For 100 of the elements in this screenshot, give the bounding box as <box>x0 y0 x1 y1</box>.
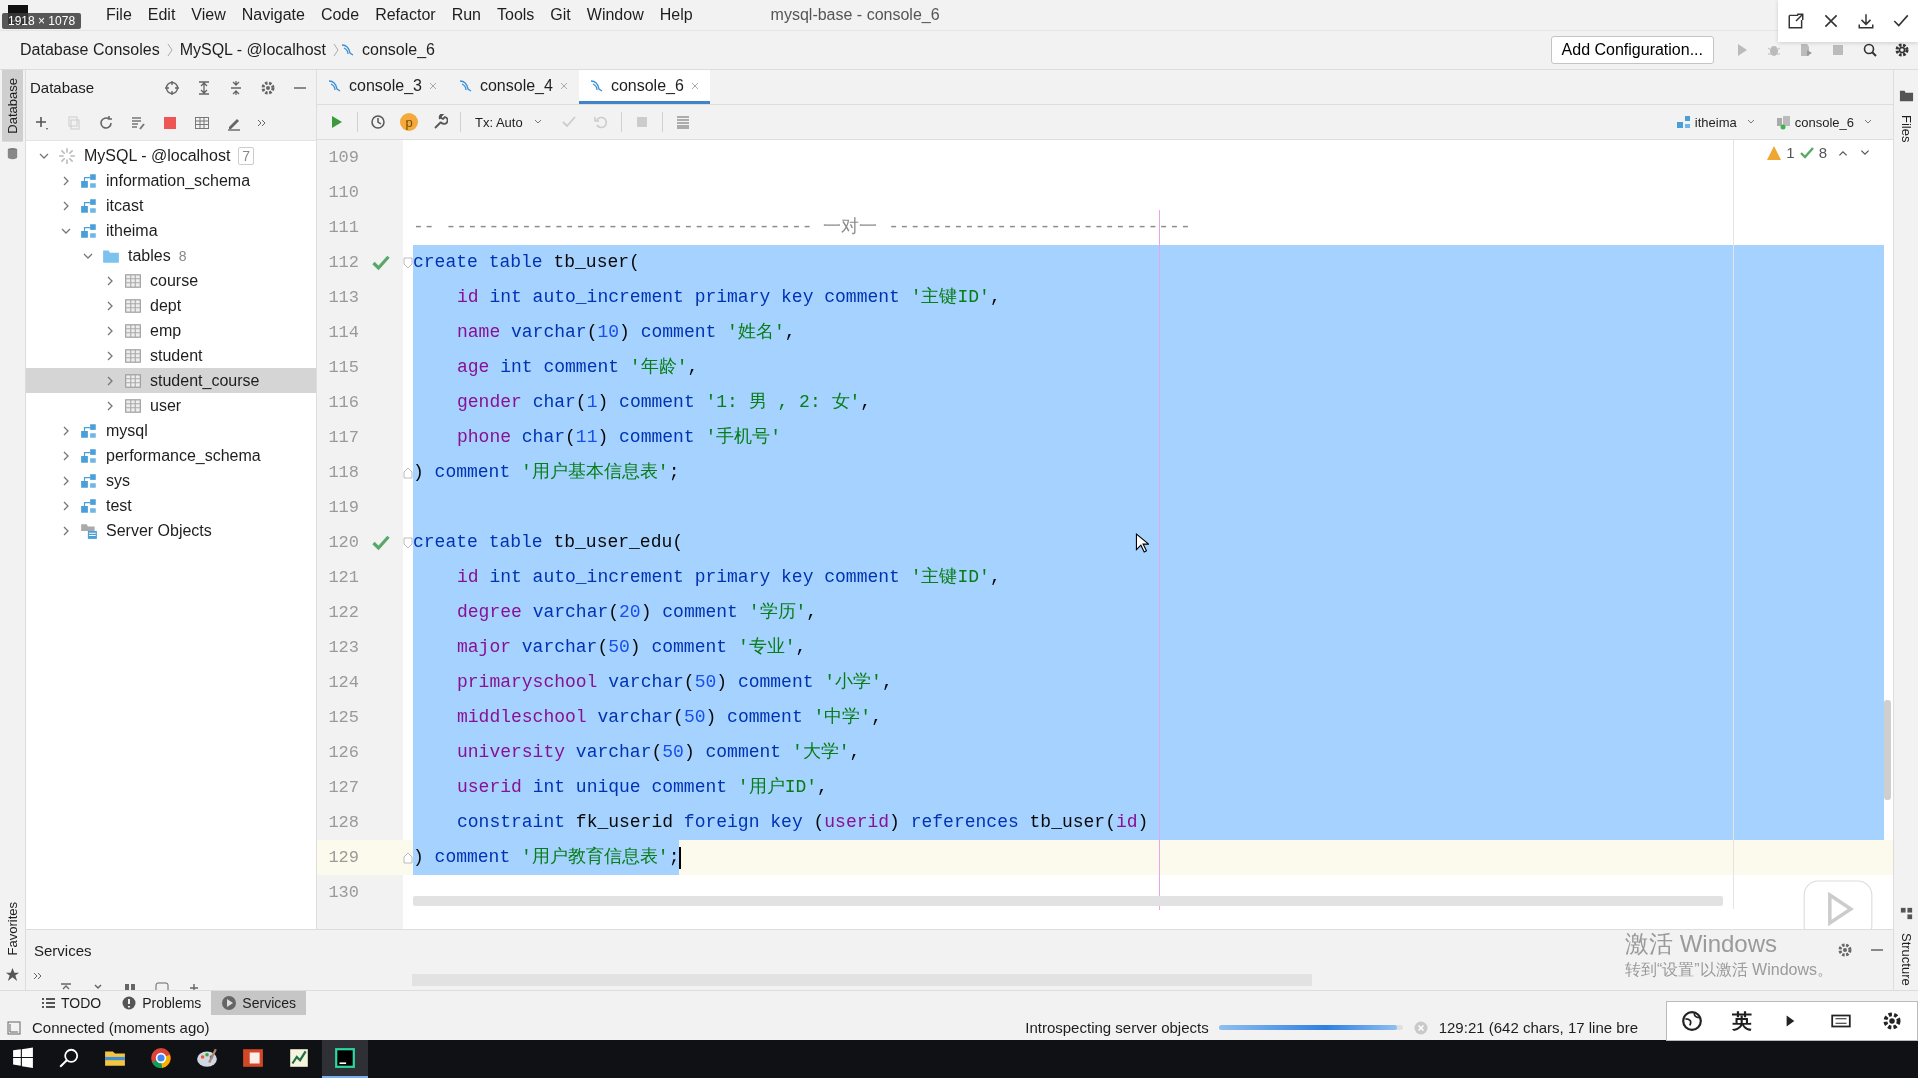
menu-item[interactable]: Edit <box>139 6 184 24</box>
transaction-mode-dropdown[interactable]: Tx: Auto <box>475 114 543 130</box>
add-icon[interactable] <box>34 114 50 131</box>
favorites-side-tab[interactable]: Favorites <box>2 893 23 963</box>
target-icon[interactable] <box>164 79 180 96</box>
structure-side-tab[interactable]: Structure <box>1895 929 1917 990</box>
windows-icon <box>12 1047 34 1069</box>
settings-icon[interactable] <box>1894 42 1910 58</box>
breadcrumb-item[interactable]: MySQL - @localhost <box>173 41 332 59</box>
tree-item[interactable]: itcast <box>26 193 316 218</box>
tree-item[interactable]: itheima <box>26 218 316 243</box>
structure-icon[interactable] <box>1898 906 1914 922</box>
table-icon <box>124 396 142 415</box>
fold-marker-icon[interactable] <box>403 256 413 269</box>
input-language[interactable]: 英 <box>1731 1007 1752 1035</box>
refresh-icon[interactable] <box>98 114 114 131</box>
tree-item[interactable]: user <box>26 393 316 418</box>
schema-tools-icon[interactable] <box>130 114 146 131</box>
search-icon[interactable] <box>1862 42 1878 58</box>
expand-all-icon[interactable] <box>58 982 74 990</box>
tree-item[interactable]: information_schema <box>26 168 316 193</box>
expand-all-icon[interactable] <box>196 79 212 96</box>
pin-icon[interactable] <box>1786 12 1805 30</box>
wrench-icon[interactable] <box>432 114 448 130</box>
menu-item[interactable]: View <box>183 6 234 24</box>
code-line: userid int unique comment '用户ID', <box>457 776 828 799</box>
code-line: create table tb_user( <box>413 251 640 274</box>
tree-item[interactable]: dept <box>26 293 316 318</box>
tree-item[interactable]: mysql <box>26 418 316 443</box>
add-service-icon[interactable] <box>154 982 170 990</box>
tree-item-label: information_schema <box>106 171 251 190</box>
globe-icon[interactable] <box>1681 1010 1704 1032</box>
console-icon <box>340 42 356 58</box>
line-number: 120 <box>327 532 359 554</box>
tree-item[interactable]: sys <box>26 468 316 493</box>
history-icon[interactable] <box>370 114 386 130</box>
menu-item[interactable]: Help <box>651 6 701 24</box>
more-icon[interactable] <box>32 970 44 982</box>
files-side-tab[interactable]: Files <box>1895 111 1917 147</box>
tree-item[interactable]: emp <box>26 318 316 343</box>
tree-item[interactable]: test <box>26 493 316 518</box>
coverage-icon[interactable] <box>1798 42 1814 58</box>
tree-item[interactable]: tables 8 <box>26 243 316 268</box>
tool-window-tab[interactable]: TODO <box>30 991 112 1015</box>
caret-position[interactable]: 129:21 (642 chars, 17 line bre <box>1438 1019 1638 1036</box>
tool-window-tab[interactable]: Services <box>211 991 307 1015</box>
menu-item[interactable]: Run <box>443 6 489 24</box>
editor-tab[interactable]: console_6 <box>578 70 710 104</box>
fold-marker-icon[interactable] <box>403 536 413 549</box>
session-selector[interactable]: console_6 <box>1775 114 1873 130</box>
menu-item[interactable]: Navigate <box>233 6 313 24</box>
code-line: university varchar(50) comment '大学', <box>457 741 861 764</box>
line-number: 121 <box>327 567 359 589</box>
vertical-scrollbar[interactable] <box>1884 700 1891 800</box>
menu-item[interactable]: Window <box>578 6 652 24</box>
console-icon <box>327 77 343 94</box>
download-icon[interactable] <box>1856 12 1875 30</box>
menu-item[interactable]: Code <box>312 6 368 24</box>
code-line: gender char(1) comment '1: 男 , 2: 女', <box>457 391 872 414</box>
tree-item[interactable]: performance_schema <box>26 443 316 468</box>
menu-item[interactable]: Refactor <box>367 6 444 24</box>
collapse-all-icon[interactable] <box>228 79 244 96</box>
fold-marker-icon[interactable] <box>403 466 413 479</box>
tree-item-label: test <box>106 496 132 515</box>
table-icon[interactable] <box>194 114 210 131</box>
schema-selector[interactable]: itheima <box>1675 114 1756 130</box>
editor-tab[interactable]: console_4 <box>447 70 579 104</box>
menu-item[interactable]: Tools <box>489 6 543 24</box>
code-line: constraint fk_userid foreign key (userid) references tb_user(id) <box>457 811 1149 834</box>
schema-icon <box>80 446 98 465</box>
add-configuration-button[interactable]: Add Configuration... <box>1550 36 1714 64</box>
tree-item[interactable]: Server Objects <box>26 518 316 543</box>
breadcrumb-item[interactable]: Database Consoles <box>14 41 166 59</box>
tree-item[interactable]: course <box>26 268 316 293</box>
group-icon[interactable] <box>122 982 138 990</box>
taskbar-button[interactable] <box>322 1040 368 1078</box>
menu-item[interactable]: File <box>98 6 140 24</box>
horizontal-scrollbar[interactable] <box>413 896 1723 906</box>
line-number: 128 <box>327 812 359 834</box>
fold-marker-icon[interactable] <box>403 851 413 864</box>
menu-item[interactable]: Git <box>542 6 579 24</box>
schema-icon <box>80 221 98 240</box>
tree-item[interactable]: student <box>26 343 316 368</box>
folder-icon[interactable] <box>1898 88 1914 103</box>
breadcrumb-item[interactable]: console_6 <box>356 41 441 59</box>
star-icon[interactable] <box>5 967 20 982</box>
tool-window-tab[interactable]: Problems <box>111 991 212 1015</box>
line-number: 113 <box>327 287 359 309</box>
line-number: 126 <box>327 742 359 764</box>
stop-icon[interactable] <box>162 114 178 131</box>
profile-badge[interactable]: p <box>400 113 418 131</box>
tree-item[interactable]: student_course <box>26 368 316 393</box>
panel-title: Database <box>30 79 95 96</box>
editor-tab[interactable]: console_3 <box>317 70 448 104</box>
tree-item-label: mysql <box>106 421 148 440</box>
line-number: 110 <box>327 182 359 204</box>
tree-item[interactable]: MySQL - @localhost 7 <box>26 143 316 168</box>
inspection-widget[interactable]: 1 8 <box>1766 144 1871 161</box>
database-side-tab[interactable]: Database <box>2 70 23 142</box>
database-icon[interactable] <box>5 145 20 161</box>
